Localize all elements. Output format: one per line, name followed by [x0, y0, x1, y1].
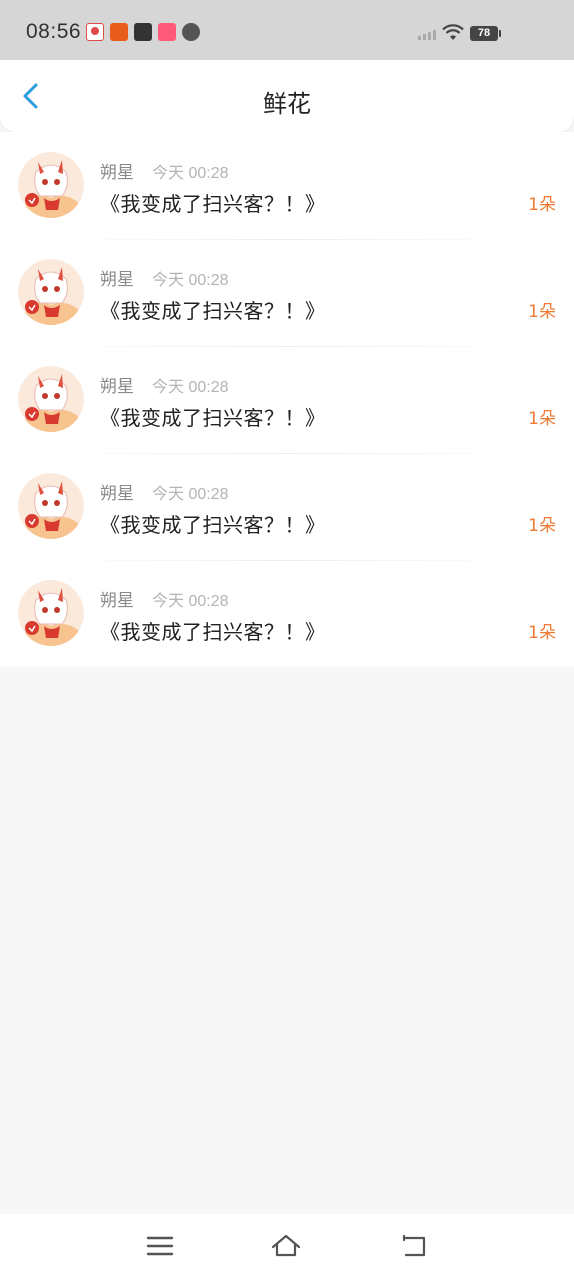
- signal-icon: [418, 30, 436, 40]
- battery-indicator: 78: [470, 26, 501, 41]
- menu-icon: [146, 1236, 174, 1256]
- book-title[interactable]: 《我变成了扫兴客？！》: [100, 188, 326, 217]
- home-icon: [271, 1234, 301, 1257]
- avatar[interactable]: [18, 259, 84, 325]
- status-time: 08:56: [26, 20, 82, 43]
- avatar-image: [18, 366, 84, 432]
- system-nav-bar: [0, 1214, 574, 1280]
- user-name[interactable]: 朔星: [100, 265, 134, 290]
- user-name[interactable]: 朔星: [100, 158, 134, 183]
- avatar[interactable]: [18, 152, 84, 218]
- user-name[interactable]: 朔星: [100, 586, 134, 611]
- app-notification-icon: [110, 23, 128, 41]
- avatar[interactable]: [18, 366, 84, 432]
- list-item[interactable]: 朔星 今天 00:28 《我变成了扫兴客？！》 1朵: [0, 239, 574, 346]
- list-item[interactable]: 朔星 今天 00:28 《我变成了扫兴客？！》 1朵: [0, 453, 574, 560]
- notification-icons: [86, 23, 200, 41]
- header: 鲜花: [0, 60, 574, 132]
- status-bar: 08:56 78: [0, 0, 574, 60]
- avatar[interactable]: [18, 580, 84, 646]
- flower-list: 朔星 今天 00:28 《我变成了扫兴客？！》 1朵 朔星 今天 00:28 《…: [0, 132, 574, 667]
- book-title[interactable]: 《我变成了扫兴客？！》: [100, 295, 326, 324]
- app-notification-icon: [86, 23, 104, 41]
- wifi-icon: [442, 24, 464, 40]
- book-title[interactable]: 《我变成了扫兴客？！》: [100, 616, 326, 645]
- avatar[interactable]: [18, 473, 84, 539]
- user-name[interactable]: 朔星: [100, 372, 134, 397]
- timestamp: 今天 00:28: [152, 379, 229, 396]
- timestamp: 今天 00:28: [152, 593, 229, 610]
- timestamp: 今天 00:28: [152, 486, 229, 503]
- user-name[interactable]: 朔星: [100, 479, 134, 504]
- page-title: 鲜花: [263, 90, 311, 118]
- timestamp: 今天 00:28: [152, 272, 229, 289]
- app-notification-icon: [158, 23, 176, 41]
- system-back-button[interactable]: [398, 1232, 430, 1262]
- avatar-image: [18, 580, 84, 646]
- timestamp: 今天 00:28: [152, 165, 229, 182]
- avatar-image: [18, 152, 84, 218]
- list-item[interactable]: 朔星 今天 00:28 《我变成了扫兴客？！》 1朵: [0, 346, 574, 453]
- book-title[interactable]: 《我变成了扫兴客？！》: [100, 509, 326, 538]
- flower-count: 1朵: [528, 409, 556, 429]
- flower-count: 1朵: [528, 302, 556, 322]
- home-button[interactable]: [270, 1232, 302, 1262]
- flower-count: 1朵: [528, 623, 556, 643]
- app-notification-icon: [134, 23, 152, 41]
- book-title[interactable]: 《我变成了扫兴客？！》: [100, 402, 326, 431]
- avatar-image: [18, 473, 84, 539]
- chat-icon: [182, 23, 200, 41]
- flower-count: 1朵: [528, 516, 556, 536]
- menu-button[interactable]: [144, 1232, 176, 1262]
- flower-count: 1朵: [528, 195, 556, 215]
- avatar-image: [18, 259, 84, 325]
- list-item[interactable]: 朔星 今天 00:28 《我变成了扫兴客？！》 1朵: [0, 560, 574, 667]
- list-item[interactable]: 朔星 今天 00:28 《我变成了扫兴客？！》 1朵: [0, 132, 574, 239]
- back-icon: [402, 1234, 426, 1257]
